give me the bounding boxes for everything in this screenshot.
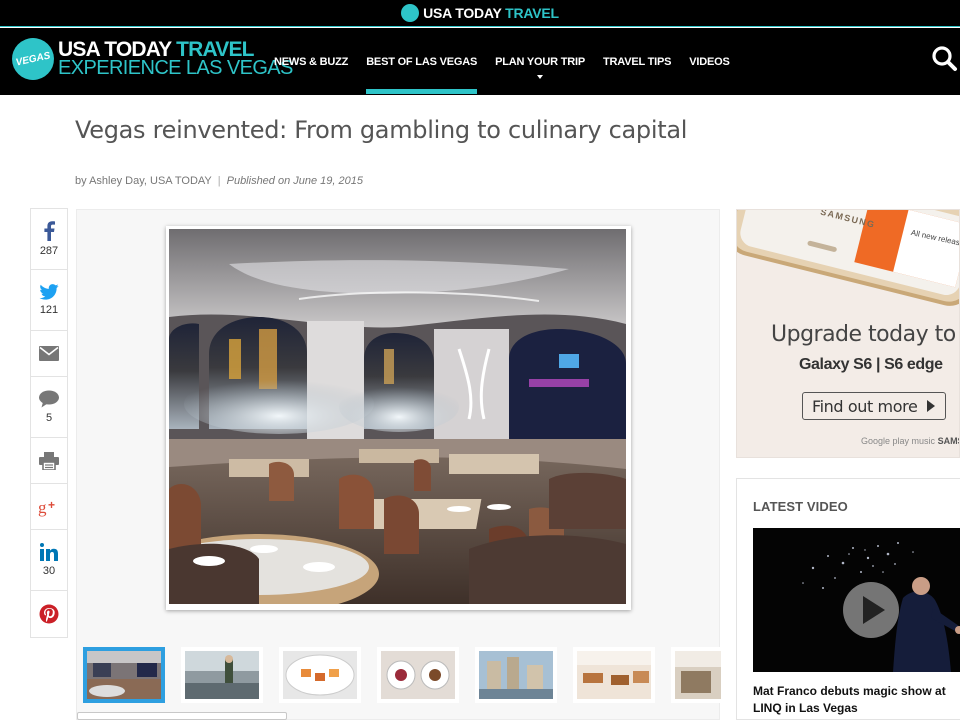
chevron-down-icon bbox=[537, 75, 544, 79]
ad-footer-brand: SAMSUNG bbox=[937, 436, 959, 446]
main-photo-frame bbox=[166, 226, 631, 610]
ad-footer: Google play music SAMSUNG bbox=[861, 436, 959, 446]
facebook-icon bbox=[44, 221, 55, 241]
share-facebook-button[interactable]: 287 bbox=[31, 209, 67, 270]
share-pinterest-button[interactable] bbox=[31, 591, 67, 637]
restaurant-dining-room-photo[interactable] bbox=[169, 229, 626, 604]
ad-subline: Galaxy S6 | S6 edge bbox=[799, 356, 943, 373]
print-button[interactable] bbox=[31, 438, 67, 484]
samsung-phone-image: All new releases SAMSUNG bbox=[737, 210, 959, 306]
comments-button[interactable]: 5 bbox=[31, 377, 67, 438]
byline: by Ashley Day, USA TODAY | Published on Ju… bbox=[75, 175, 363, 187]
publish-date: Published on June 19, 2015 bbox=[226, 175, 363, 187]
ad-headline: Upgrade today to bbox=[771, 322, 956, 347]
nav-item-plan-your-trip[interactable]: PLAN YOUR TRIP bbox=[486, 28, 594, 95]
nav-menu: NEWS & BUZZ BEST OF LAS VEGAS PLAN YOUR … bbox=[265, 28, 739, 95]
gallery-thumb-6[interactable] bbox=[573, 647, 655, 703]
magician-video-still bbox=[753, 528, 960, 672]
play-arrow-icon bbox=[927, 400, 936, 412]
byline-separator: | bbox=[217, 175, 221, 187]
gallery-thumb-5[interactable] bbox=[475, 647, 557, 703]
video-thumbnail[interactable] bbox=[753, 528, 960, 672]
usa-today-dot-icon bbox=[401, 4, 420, 22]
print-icon bbox=[39, 451, 59, 470]
nav-item-best-of-las-vegas[interactable]: BEST OF LAS VEGAS bbox=[357, 28, 486, 95]
ad-find-out-more-button[interactable]: Find out more bbox=[802, 392, 946, 420]
svg-text:+: + bbox=[48, 498, 55, 512]
top-logo-accent: TRAVEL bbox=[505, 5, 559, 21]
ad-footer-main: Google play music bbox=[861, 436, 936, 446]
brand-subtitle: EXPERIENCE LAS VEGAS bbox=[58, 57, 293, 79]
share-email-button[interactable] bbox=[31, 331, 67, 377]
thumbnail-scrollbar[interactable] bbox=[77, 712, 287, 720]
site-brand[interactable]: USA TODAY TRAVEL EXPERIENCE LAS VEGAS bbox=[58, 39, 293, 79]
comment-count: 5 bbox=[45, 412, 53, 424]
nav-item-travel-tips[interactable]: TRAVEL TIPS bbox=[594, 28, 680, 95]
latest-video-heading: LATEST VIDEO bbox=[753, 499, 848, 514]
nav-item-plan-your-trip-label: PLAN YOUR TRIP bbox=[495, 55, 585, 68]
top-bar: USA TODAY TRAVEL bbox=[0, 0, 960, 27]
linkedin-icon bbox=[40, 543, 58, 561]
share-google-plus-button[interactable]: g + bbox=[31, 484, 67, 530]
usa-today-travel-top-logo[interactable]: USA TODAY TRAVEL bbox=[401, 4, 559, 22]
main-navigation: VEGAS USA TODAY TRAVEL EXPERIENCE LAS VE… bbox=[0, 28, 960, 95]
nav-item-videos[interactable]: VIDEOS bbox=[680, 28, 738, 95]
share-rail: 287 121 5 g + 30 bbox=[30, 208, 68, 638]
vegas-badge-logo[interactable]: VEGAS bbox=[8, 34, 58, 84]
gallery-thumb-1[interactable] bbox=[83, 647, 165, 703]
article-title: Vegas reinvented: From gambling to culin… bbox=[75, 116, 688, 144]
linkedin-share-count: 30 bbox=[42, 565, 56, 577]
nav-item-news-buzz[interactable]: NEWS & BUZZ bbox=[265, 28, 357, 95]
latest-video-module: LATEST VIDEO Mat Franco debuts magic sho… bbox=[736, 478, 960, 720]
ad-cta-label: Find out more bbox=[812, 396, 918, 416]
samsung-ad[interactable]: All new releases SAMSUNG Upgrade today t… bbox=[736, 209, 960, 458]
twitter-share-count: 121 bbox=[39, 304, 59, 316]
gallery-thumb-4[interactable] bbox=[377, 647, 459, 703]
google-plus-icon: g + bbox=[38, 498, 55, 517]
video-caption-line-2: LINQ in Las Vegas bbox=[753, 701, 858, 715]
gallery-thumb-2[interactable] bbox=[181, 647, 263, 703]
video-caption-line-1: Mat Franco debuts magic show at bbox=[753, 684, 946, 698]
thumbnail-strip bbox=[83, 647, 721, 703]
facebook-share-count: 287 bbox=[39, 245, 59, 257]
twitter-icon bbox=[39, 284, 59, 300]
search-icon[interactable] bbox=[930, 44, 960, 74]
share-twitter-button[interactable]: 121 bbox=[31, 270, 67, 331]
author: by Ashley Day, USA TODAY bbox=[75, 175, 212, 187]
top-logo-text: USA TODAY TRAVEL bbox=[423, 5, 559, 21]
share-linkedin-button[interactable]: 30 bbox=[31, 530, 67, 591]
svg-text:g: g bbox=[38, 498, 47, 517]
top-logo-main: USA TODAY bbox=[423, 5, 502, 21]
photo-gallery bbox=[76, 209, 721, 720]
pinterest-icon bbox=[39, 604, 59, 624]
gallery-thumb-3[interactable] bbox=[279, 647, 361, 703]
email-icon bbox=[39, 346, 59, 361]
video-caption-link[interactable]: Mat Franco debuts magic show at LINQ in … bbox=[753, 683, 960, 717]
gallery-thumb-7[interactable] bbox=[671, 647, 721, 703]
comment-icon bbox=[39, 390, 59, 408]
